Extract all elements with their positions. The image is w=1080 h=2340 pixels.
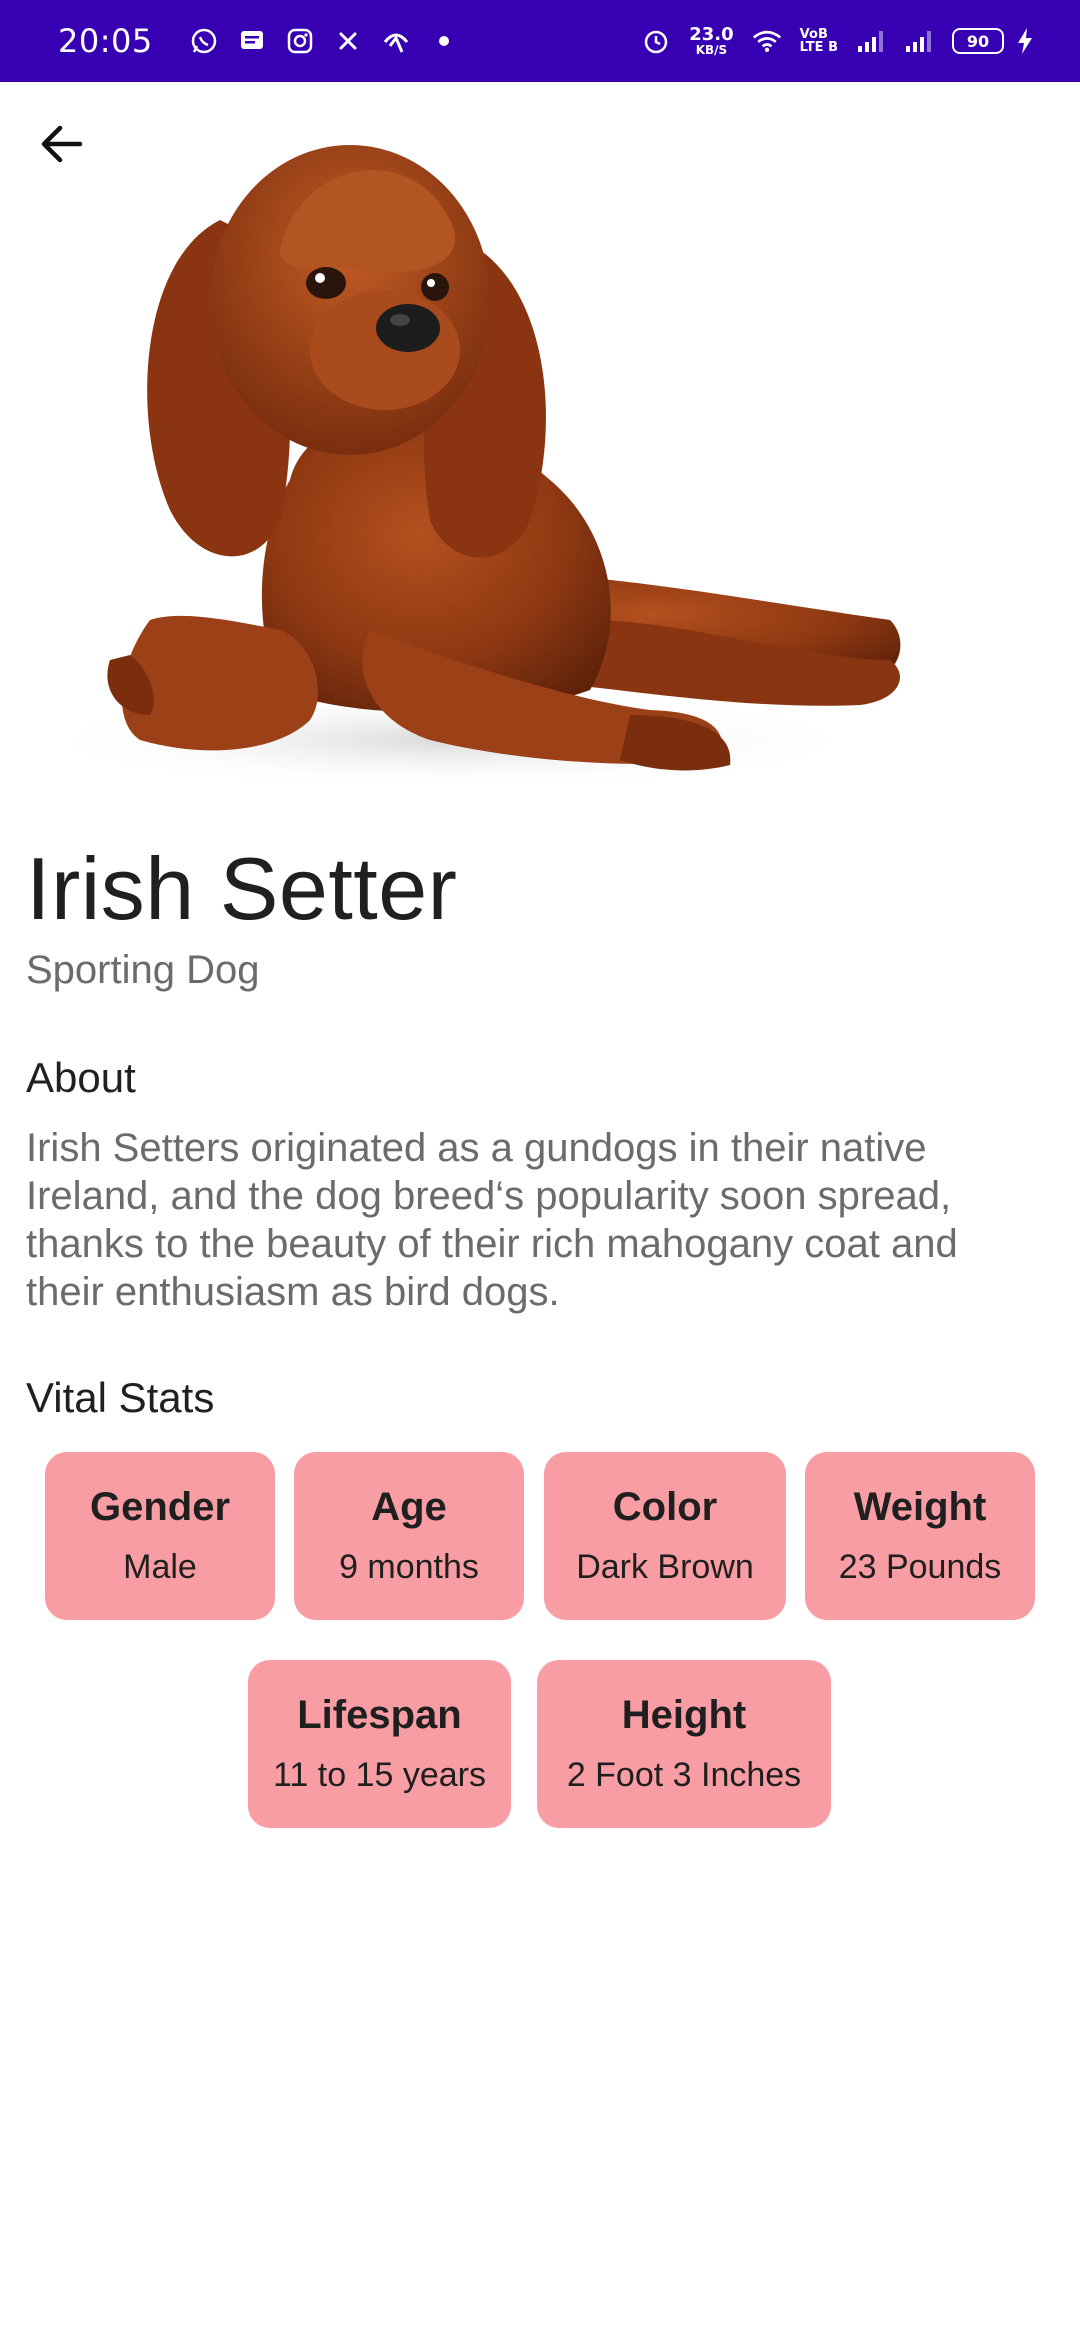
stat-value: 9 months [339, 1548, 479, 1586]
charging-icon [1010, 26, 1040, 56]
status-bar: 20:05 23.0 KB/S VoB LTE B 90 [0, 0, 1080, 82]
stat-card-gender: Gender Male [45, 1452, 275, 1620]
net-speed-value: 23.0 [689, 24, 734, 45]
status-time: 20:05 [58, 22, 153, 60]
stat-label: Age [371, 1485, 447, 1529]
stat-value: 23 Pounds [838, 1548, 1002, 1586]
stat-card-height: Height 2 Foot 3 Inches [537, 1660, 831, 1828]
about-text: Irish Setters originated as a gundogs in… [26, 1126, 958, 1314]
about-heading: About [26, 1054, 136, 1101]
stat-label: Weight [853, 1485, 987, 1529]
notification-dot-icon [429, 26, 459, 56]
breed-group: Sporting Dog [26, 948, 260, 992]
volte-indicator: VoB LTE B [800, 28, 838, 54]
back-button[interactable] [30, 112, 94, 176]
stat-label: Height [621, 1693, 747, 1737]
battery-indicator: 90 [952, 28, 1004, 54]
arrow-back-icon [41, 125, 83, 163]
stat-label: Lifespan [297, 1693, 462, 1737]
alarm-icon [641, 26, 671, 56]
wifi-icon [752, 26, 782, 56]
stat-value: 11 to 15 years [273, 1756, 486, 1794]
stat-label: Gender [89, 1485, 231, 1529]
breed-name: Irish Setter [26, 839, 458, 938]
volte-bottom: LTE B [799, 40, 838, 55]
vital-stats-heading: Vital Stats [26, 1374, 215, 1421]
message-icon [237, 26, 267, 56]
stat-card-age: Age 9 months [294, 1452, 524, 1620]
signal-icon [856, 26, 886, 56]
status-bar-right: 23.0 KB/S VoB LTE B 90 [641, 26, 1040, 56]
stat-label: Color [612, 1485, 718, 1529]
stat-card-lifespan: Lifespan 11 to 15 years [248, 1660, 511, 1828]
whatsapp-icon [189, 26, 219, 56]
net-speed: 23.0 KB/S [689, 24, 734, 57]
status-bar-left: 20:05 [58, 22, 459, 60]
stat-value: Male [123, 1548, 197, 1586]
stat-value: Dark Brown [576, 1548, 754, 1586]
fan-icon [333, 26, 363, 56]
stat-value: 2 Foot 3 Inches [566, 1756, 802, 1794]
stat-card-color: Color Dark Brown [544, 1452, 786, 1620]
signal-icon-2 [904, 26, 934, 56]
net-speed-unit: KB/S [695, 43, 728, 57]
hotspot-icon [381, 26, 411, 56]
stat-card-weight: Weight 23 Pounds [805, 1452, 1035, 1620]
dog-image [30, 100, 930, 800]
instagram-icon [285, 26, 315, 56]
